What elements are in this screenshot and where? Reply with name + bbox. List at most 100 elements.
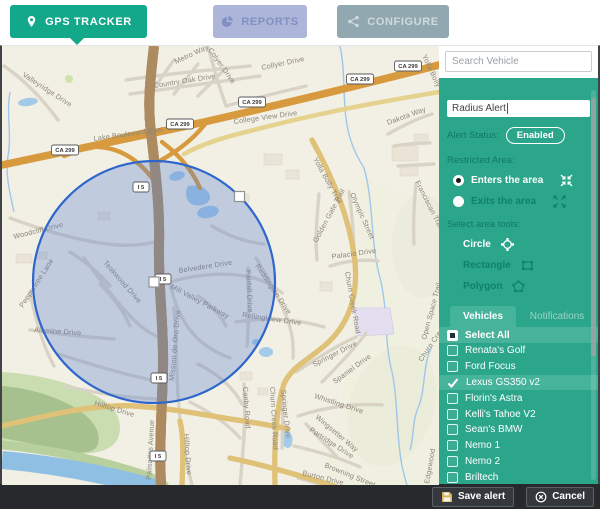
location-pin-icon: [25, 15, 38, 28]
route-shield: CA 299: [167, 119, 194, 129]
tab-reports[interactable]: REPORTS: [213, 5, 307, 38]
svg-text:CA 299: CA 299: [398, 64, 418, 70]
route-shield: I 5: [133, 182, 149, 192]
area-tool-circle[interactable]: Circle: [463, 238, 590, 251]
area-tools: Circle Rectangle Polygon: [447, 238, 590, 293]
search-vehicle-input[interactable]: [445, 51, 592, 72]
vehicle-checkbox-checked[interactable]: [447, 377, 459, 389]
save-alert-button[interactable]: Save alert: [432, 487, 514, 507]
vehicle-row[interactable]: Renata's Golf: [439, 343, 598, 359]
alert-status-toggle[interactable]: Enabled: [506, 127, 565, 144]
svg-text:CA 299: CA 299: [55, 148, 75, 154]
circle-tool-icon: [501, 238, 514, 251]
restricted-area-options: Enters the area Exits the area: [447, 174, 590, 208]
vehicle-name: Kelli's Tahoe V2: [465, 409, 536, 420]
select-all-checkbox[interactable]: [447, 330, 458, 341]
alert-panel: Radius Alert Alert Status: Enabled Restr…: [439, 46, 598, 484]
tab-label: CONFIGURE: [367, 16, 438, 28]
vehicle-name: Sean's BMW: [465, 424, 522, 435]
vehicle-checkbox[interactable]: [447, 456, 458, 467]
vehicle-checkbox[interactable]: [447, 424, 458, 435]
option-label: Enters the area: [471, 175, 543, 186]
pie-chart-icon: [221, 15, 234, 28]
tool-label: Polygon: [463, 281, 502, 292]
tool-label: Rectangle: [463, 260, 511, 271]
vehicle-row[interactable]: Florin's Astra: [439, 390, 598, 406]
area-tool-rectangle[interactable]: Rectangle: [463, 259, 590, 272]
cancel-button[interactable]: Cancel: [526, 487, 594, 507]
tab-label: GPS TRACKER: [45, 16, 132, 28]
vehicle-row[interactable]: Nemo 2: [439, 454, 598, 470]
circle-resize-handle[interactable]: [235, 192, 245, 202]
vehicle-checkbox[interactable]: [447, 393, 458, 404]
tab-label: REPORTS: [241, 16, 298, 28]
compress-arrows-icon: [560, 174, 573, 187]
gps-tracker-app: GPS TRACKER REPORTS CONFIGURE: [0, 0, 600, 509]
text-cursor: [507, 103, 508, 114]
vehicle-name: Lexus GS350 v2: [466, 377, 540, 388]
vehicle-name: Briltech: [465, 472, 498, 483]
vehicle-row[interactable]: Kelli's Tahoe V2: [439, 406, 598, 422]
restricted-option-enters[interactable]: Enters the area: [453, 174, 590, 187]
select-all-label: Select All: [465, 330, 510, 341]
alert-status-label: Alert Status:: [447, 130, 499, 141]
svg-text:I 5: I 5: [156, 376, 163, 382]
route-shield: CA 299: [52, 145, 79, 155]
vehicle-checkbox[interactable]: [447, 472, 458, 483]
cancel-label: Cancel: [552, 491, 585, 502]
vehicle-checkbox[interactable]: [447, 345, 458, 356]
vehicle-name: Florin's Astra: [465, 393, 522, 404]
vehicle-row[interactable]: Lexus GS350 v2: [439, 375, 598, 391]
route-shield: CA 299: [239, 97, 266, 107]
save-alert-label: Save alert: [458, 491, 505, 502]
svg-text:I 5: I 5: [160, 277, 167, 283]
action-bar: Save alert Cancel: [0, 484, 600, 509]
share-nodes-icon: [347, 15, 360, 28]
route-shield: CA 299: [347, 74, 374, 84]
polygon-tool-icon: [512, 280, 525, 293]
tab-configure[interactable]: CONFIGURE: [337, 5, 449, 38]
route-shield: I 5: [150, 451, 166, 461]
restricted-option-exits[interactable]: Exits the area: [453, 195, 590, 208]
vehicle-list: Renata's Golf Ford Focus Lexus GS350 v2 Flo…: [447, 343, 590, 484]
select-all-row[interactable]: Select All: [439, 327, 598, 343]
vehicle-row[interactable]: Briltech: [439, 469, 598, 484]
vehicle-row[interactable]: Ford Focus: [439, 359, 598, 375]
svg-text:CA 299: CA 299: [350, 77, 370, 83]
route-shield: CA 299: [395, 61, 422, 71]
tab-notifications[interactable]: Notifications: [516, 306, 598, 327]
area-tools-label: Select area tools:: [447, 219, 590, 230]
expand-arrows-icon: [553, 195, 566, 208]
tool-label: Circle: [463, 239, 491, 250]
vehicle-checkbox[interactable]: [447, 361, 458, 372]
scrollbar-thumb[interactable]: [591, 98, 596, 356]
radio-button[interactable]: [453, 175, 464, 186]
map-canvas[interactable]: Valleyridge DriveCountry Oak DriveMetro …: [2, 46, 439, 485]
alert-name-input[interactable]: Radius Alert: [447, 100, 590, 117]
option-label: Exits the area: [471, 196, 536, 207]
area-tool-polygon[interactable]: Polygon: [463, 280, 590, 293]
rectangle-tool-icon: [521, 259, 534, 272]
circle-resize-handle[interactable]: [149, 277, 159, 287]
restricted-area-label: Restricted Area:: [447, 155, 590, 166]
vehicle-name: Ford Focus: [465, 361, 516, 372]
alert-name-value: Radius Alert: [452, 103, 506, 114]
vehicle-name: Renata's Golf: [465, 345, 525, 356]
app-header: GPS TRACKER REPORTS CONFIGURE: [0, 0, 600, 45]
vehicle-name: Nemo 1: [465, 440, 500, 451]
radio-button[interactable]: [453, 196, 464, 207]
route-shield: I 5: [151, 373, 167, 383]
svg-text:CA 299: CA 299: [170, 122, 190, 128]
tab-gps-tracker[interactable]: GPS TRACKER: [10, 5, 147, 38]
search-bar: [439, 46, 598, 78]
svg-text:I 5: I 5: [155, 454, 162, 460]
vehicle-row[interactable]: Sean's BMW: [439, 422, 598, 438]
save-disk-icon: [441, 491, 453, 503]
tab-vehicles[interactable]: Vehicles: [450, 306, 516, 327]
vehicle-row[interactable]: Nemo 1: [439, 438, 598, 454]
map[interactable]: Valleyridge DriveCountry Oak DriveMetro …: [2, 46, 439, 485]
vehicle-checkbox[interactable]: [447, 440, 458, 451]
vehicle-checkbox[interactable]: [447, 409, 458, 420]
main-area: Valleyridge DriveCountry Oak DriveMetro …: [0, 45, 600, 484]
panel-scrollbar[interactable]: [591, 90, 596, 480]
